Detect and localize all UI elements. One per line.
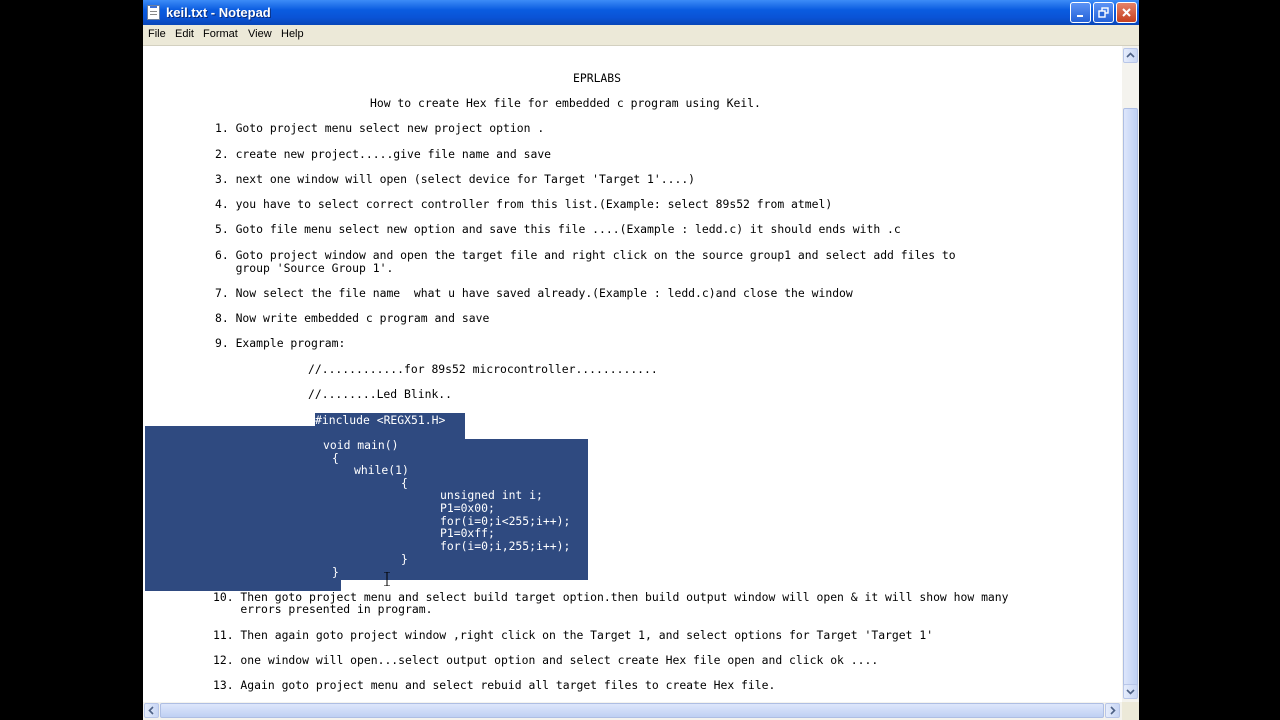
- horizontal-scrollbar[interactable]: [143, 702, 1122, 720]
- minimize-icon: [1077, 15, 1083, 17]
- horizontal-scroll-thumb[interactable]: [160, 703, 1104, 718]
- maximize-button[interactable]: [1093, 2, 1114, 23]
- code-line: }: [401, 552, 408, 566]
- step-line: 9. Example program:: [215, 336, 346, 350]
- title-bar[interactable]: keil.txt - Notepad: [143, 0, 1139, 25]
- step-line: 11. Then again goto project window ,righ…: [213, 628, 934, 642]
- arrow-right-icon: [1110, 706, 1116, 715]
- step-line: 5. Goto file menu select new option and …: [215, 222, 901, 236]
- scroll-up-button[interactable]: [1123, 48, 1138, 63]
- document-subheading: How to create Hex file for embedded c pr…: [370, 96, 761, 110]
- close-icon: [1122, 8, 1131, 17]
- step-line: group 'Source Group 1'.: [215, 261, 394, 275]
- scrollbar-corner: [1122, 702, 1139, 720]
- code-line: {: [332, 451, 339, 465]
- window-title: keil.txt - Notepad: [166, 5, 271, 20]
- selection-highlight: [145, 426, 465, 440]
- document-heading: EPRLABS: [573, 71, 622, 85]
- menu-edit[interactable]: Edit: [175, 28, 194, 40]
- vertical-scroll-thumb[interactable]: [1123, 108, 1138, 690]
- step-line: 3. next one window will open (select dev…: [215, 172, 696, 186]
- code-line: #include <REGX51.H>: [315, 413, 446, 427]
- vertical-scrollbar[interactable]: [1122, 46, 1139, 702]
- menu-view[interactable]: View: [248, 28, 272, 40]
- step-line: 1. Goto project menu select new project …: [215, 121, 545, 135]
- step-line: 4. you have to select correct controller…: [215, 197, 833, 211]
- scroll-left-button[interactable]: [144, 703, 159, 718]
- minimize-button[interactable]: [1070, 2, 1091, 23]
- menu-format[interactable]: Format: [203, 28, 238, 40]
- notepad-app-icon[interactable]: [147, 5, 160, 20]
- code-line: for(i=0;i,255;i++);: [440, 539, 571, 553]
- code-comment: //............for 89s52 microcontroller.…: [308, 362, 658, 376]
- restore-icon: [1098, 7, 1109, 18]
- notepad-window: keil.txt - Notepad File Edit Format View…: [143, 0, 1139, 720]
- arrow-down-icon: [1126, 689, 1135, 695]
- code-line: }: [332, 565, 339, 579]
- menu-file[interactable]: File: [148, 28, 166, 40]
- code-line: {: [401, 476, 408, 490]
- arrow-up-icon: [1126, 52, 1135, 58]
- arrow-left-icon: [148, 706, 154, 715]
- text-cursor-icon: [384, 572, 390, 586]
- step-line: 2. create new project.....give file name…: [215, 147, 552, 161]
- scroll-down-button[interactable]: [1123, 684, 1138, 699]
- step-line: 8. Now write embedded c program and save: [215, 311, 490, 325]
- menu-help[interactable]: Help: [281, 28, 304, 40]
- step-line: 12. one window will open...select output…: [213, 653, 879, 667]
- close-button[interactable]: [1116, 2, 1137, 23]
- menu-bar: File Edit Format View Help: [143, 25, 1139, 46]
- code-comment: //........Led Blink..: [308, 387, 453, 401]
- step-line: 13. Again goto project menu and select r…: [213, 678, 776, 692]
- step-line: errors presented in program.: [213, 602, 433, 616]
- scroll-right-button[interactable]: [1105, 703, 1120, 718]
- selection-highlight: [145, 439, 588, 580]
- text-editor[interactable]: EPRLABS How to create Hex file for embed…: [143, 46, 1122, 702]
- step-line: 7. Now select the file name what u have …: [215, 286, 853, 300]
